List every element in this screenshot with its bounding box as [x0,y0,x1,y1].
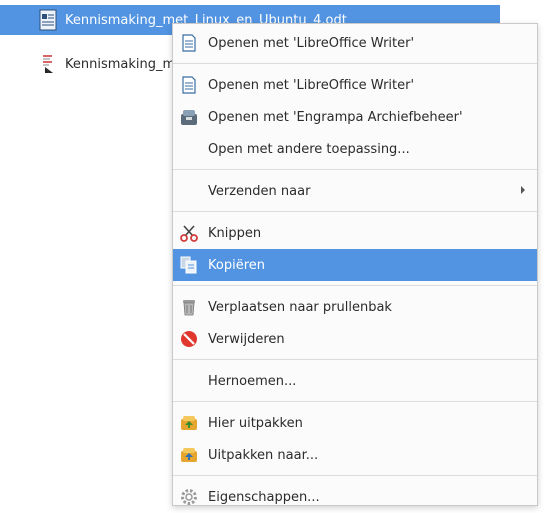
submenu-arrow-icon [521,186,525,194]
copy-icon [180,256,198,274]
menu-item-label: Open met andere toepassing... [208,141,410,157]
file-row[interactable]: Kennismaking_met_Linux_en_Ubuntu_4.odt [0,49,200,79]
context-menu: Openen met 'LibreOffice Writer' Openen m… [172,23,538,506]
menu-item-send-to[interactable]: Verzenden naar [173,175,537,207]
menu-item-copy[interactable]: Kopiëren [173,249,537,281]
menu-item-extract-to[interactable]: Uitpakken naar... [173,439,537,471]
menu-item-open-writer[interactable]: Openen met 'LibreOffice Writer' [173,69,537,101]
menu-item-label: Hernoemen... [208,373,297,389]
writer-icon [180,34,198,52]
extract-here-icon [180,414,198,432]
menu-item-label: Openen met 'LibreOffice Writer' [208,35,415,51]
menu-item-label: Hier uitpakken [208,415,303,431]
menu-item-label: Knippen [208,225,262,241]
delete-icon [180,330,198,348]
menu-item-label: Openen met 'Engrampa Archiefbeheer' [208,109,463,125]
menu-separator [173,285,537,286]
menu-item-label: Kopiëren [208,257,265,273]
menu-separator [173,63,537,64]
menu-item-label: Verzenden naar [208,183,311,199]
menu-item-label: Uitpakken naar... [208,447,319,463]
menu-separator [173,211,537,212]
menu-separator [173,401,537,402]
menu-item-extract-here[interactable]: Hier uitpakken [173,407,537,439]
menu-item-label: Openen met 'LibreOffice Writer' [208,77,415,93]
archive-manager-icon [180,108,198,126]
properties-icon [180,488,198,506]
menu-item-move-to-trash[interactable]: Verplaatsen naar prullenbak [173,291,537,323]
menu-item-delete[interactable]: Verwijderen [173,323,537,355]
menu-item-open-engrampa[interactable]: Openen met 'Engrampa Archiefbeheer' [173,101,537,133]
menu-separator [173,475,537,476]
menu-item-cut[interactable]: Knippen [173,217,537,249]
menu-separator [173,359,537,360]
menu-separator [173,169,537,170]
document-icon [37,9,59,31]
menu-item-open-with-other[interactable]: Open met andere toepassing... [173,133,537,165]
menu-item-open-writer[interactable]: Openen met 'LibreOffice Writer' [173,27,537,59]
scissors-icon [180,224,198,242]
menu-item-label: Eigenschappen... [208,489,320,505]
extract-to-icon [180,446,198,464]
menu-item-label: Verplaatsen naar prullenbak [208,299,392,315]
menu-item-label: Verwijderen [208,331,285,347]
menu-item-properties[interactable]: Eigenschappen... [173,481,537,513]
writer-icon [180,76,198,94]
trash-icon [180,298,198,316]
document-icon [37,53,59,75]
menu-item-rename[interactable]: Hernoemen... [173,365,537,397]
